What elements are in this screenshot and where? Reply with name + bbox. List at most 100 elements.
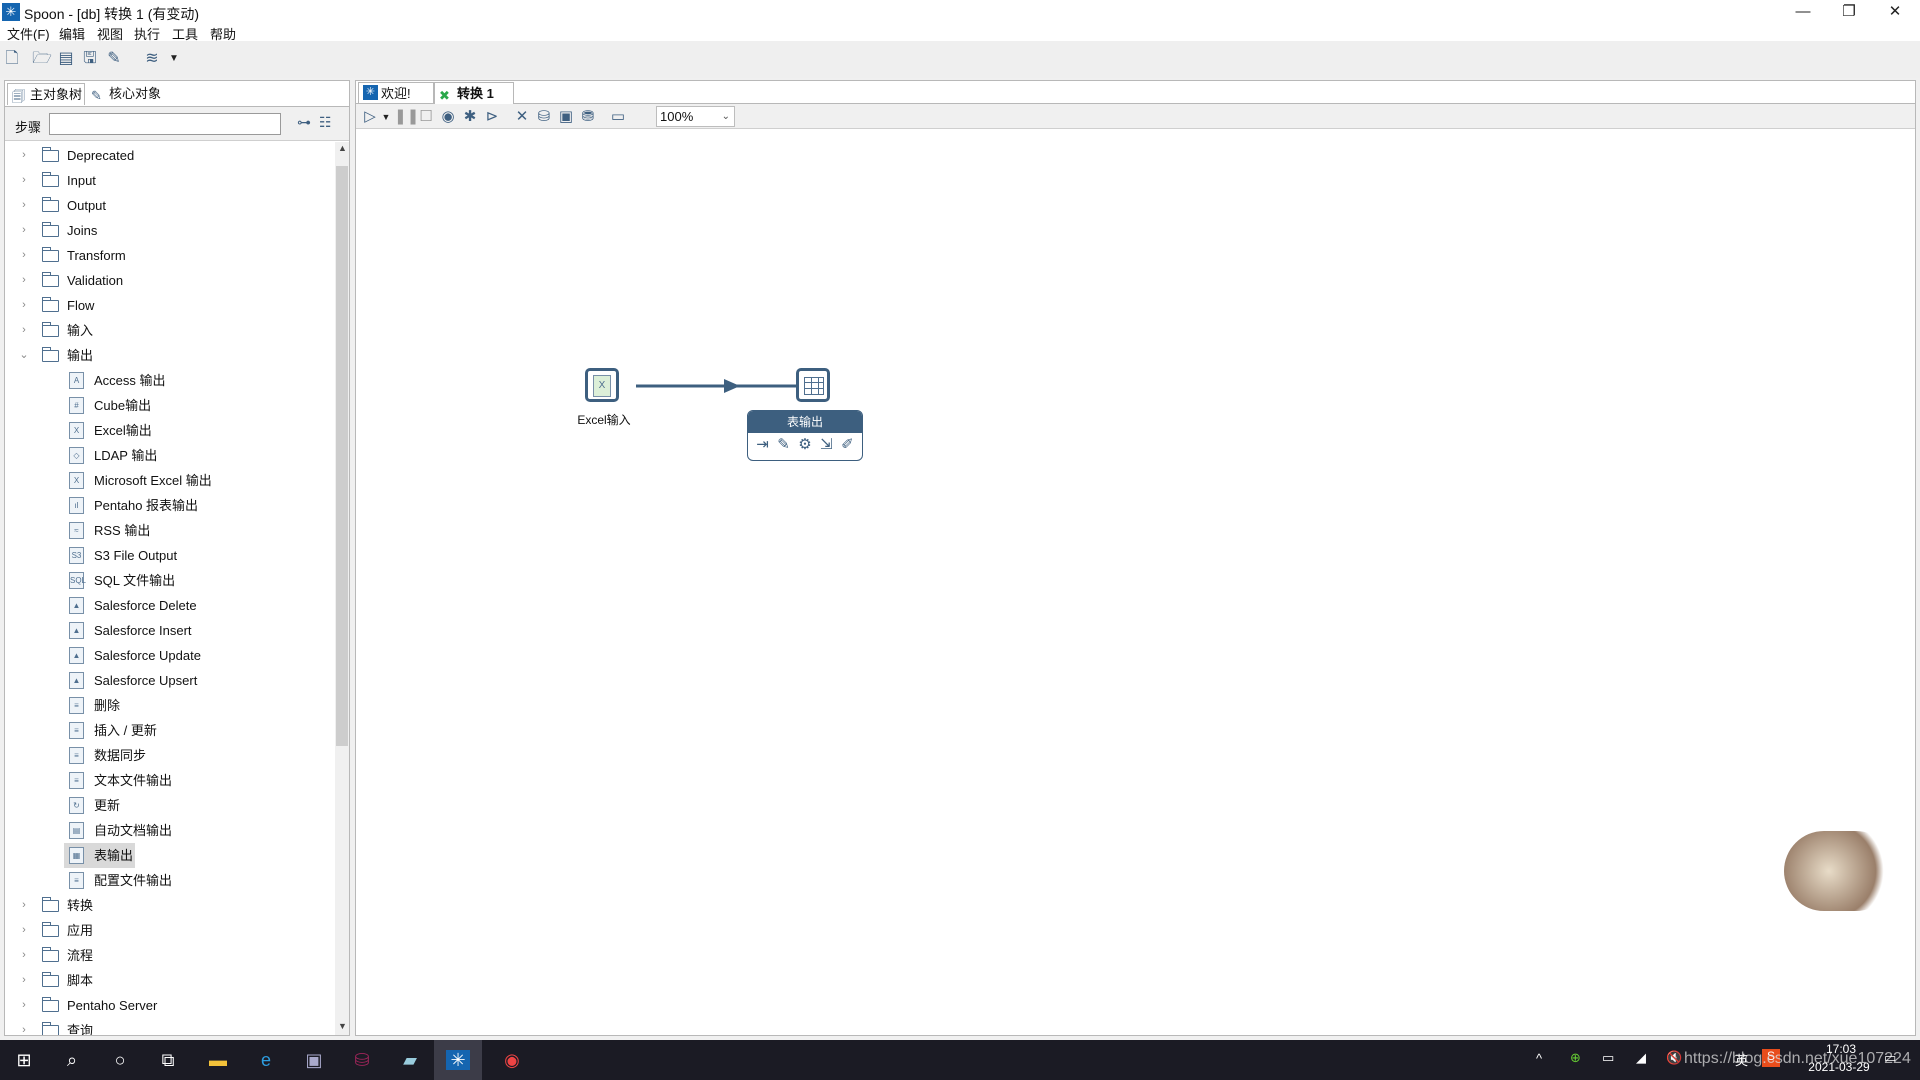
run-dropdown-icon[interactable]: ▼	[376, 107, 396, 127]
tree-folder[interactable]: › Flow	[5, 293, 335, 318]
battery-icon[interactable]: ▭	[1602, 1050, 1614, 1066]
wifi-icon[interactable]: ◢	[1636, 1050, 1646, 1066]
impact-icon[interactable]: ⛁	[534, 107, 554, 127]
collapse-list-icon[interactable]: ☷	[319, 114, 332, 131]
chevron-right-icon[interactable]: ›	[17, 243, 31, 268]
tree-step[interactable]: ▲ Salesforce Delete	[5, 593, 335, 618]
tree-step[interactable]: ≈ RSS 输出	[5, 518, 335, 543]
task-view-icon[interactable]: ⧉	[144, 1040, 192, 1080]
volume-muted-icon[interactable]: 🔇	[1666, 1050, 1682, 1066]
save-icon[interactable]: 🖫	[80, 49, 100, 69]
tab-main-tree[interactable]: 🗐 主对象树	[7, 83, 85, 105]
tab-transformation-1[interactable]: ✖转换 1 ☒	[434, 82, 514, 123]
tree-folder[interactable]: › 查询	[5, 1018, 335, 1035]
inject-icon[interactable]: ✐	[841, 435, 854, 453]
show-results-icon[interactable]: ▭	[608, 107, 628, 127]
explore-db-icon[interactable]: ⛃	[578, 107, 598, 127]
explore-repository-icon[interactable]: ▤	[56, 49, 76, 69]
steps-search-input[interactable]	[49, 113, 281, 135]
tree-folder[interactable]: › Validation	[5, 268, 335, 293]
chevron-right-icon[interactable]: ›	[17, 1018, 31, 1035]
tree-step[interactable]: ≡ 数据同步	[5, 743, 335, 768]
input-icon[interactable]: ⇥	[756, 435, 769, 453]
chevron-right-icon[interactable]: ›	[17, 968, 31, 993]
settings-icon[interactable]: ⚙	[798, 435, 811, 453]
windows-start-icon[interactable]: ⊞	[0, 1040, 48, 1080]
internet-explorer-icon[interactable]: e	[242, 1040, 290, 1080]
tree-step[interactable]: SQL SQL 文件输出	[5, 568, 335, 593]
chevron-right-icon[interactable]: ›	[17, 993, 31, 1018]
file-explorer-icon[interactable]: ▬	[194, 1040, 242, 1080]
edit-icon[interactable]: ✎	[777, 435, 790, 453]
debug-icon[interactable]: ✱	[460, 107, 480, 127]
tree-step[interactable]: ≡ 配置文件输出	[5, 868, 335, 893]
output-icon[interactable]: ⇲	[820, 435, 833, 453]
tree-step[interactable]: # Cube输出	[5, 393, 335, 418]
transformation-canvas[interactable]: X Excel输入 表输出 ⇥ ✎ ⚙ ⇲ ✐	[364, 131, 1904, 1021]
tree-step[interactable]: ıl Pentaho 报表输出	[5, 493, 335, 518]
chevron-right-icon[interactable]: ›	[17, 268, 31, 293]
canvas-horizontal-scrollbar[interactable]	[364, 1021, 1904, 1035]
replay-icon[interactable]: ⊳	[482, 107, 502, 127]
search-icon[interactable]: ⌕	[48, 1040, 96, 1080]
save-as-icon[interactable]: ✎	[104, 49, 124, 69]
tree-folder[interactable]: › Joins	[5, 218, 335, 243]
sql-icon[interactable]: ▣	[556, 107, 576, 127]
chevron-right-icon[interactable]: ›	[17, 143, 31, 168]
tree-step[interactable]: X Excel输出	[5, 418, 335, 443]
step-table-output[interactable]	[796, 368, 830, 402]
monitor-app-icon[interactable]: ▣	[290, 1040, 338, 1080]
tree-folder[interactable]: › 转换	[5, 893, 335, 918]
tree-folder[interactable]: ⌄ 输出	[5, 343, 335, 368]
preview-icon[interactable]: ◉	[438, 107, 458, 127]
pause-icon[interactable]: ❚❚	[394, 107, 419, 127]
zoom-select[interactable]: 100% ⌄	[656, 106, 735, 127]
tree-folder[interactable]: › Input	[5, 168, 335, 193]
tree-folder[interactable]: › Output	[5, 193, 335, 218]
spoon-taskbar-icon[interactable]: ✳	[434, 1040, 482, 1080]
tray-chevron-up-icon[interactable]: ^	[1536, 1051, 1542, 1066]
tree-step[interactable]: ▤ 自动文档输出	[5, 818, 335, 843]
tree-folder[interactable]: › 输入	[5, 318, 335, 343]
tree-step[interactable]: ▲ Salesforce Insert	[5, 618, 335, 643]
expand-tree-icon[interactable]: ⊶	[297, 114, 311, 131]
tab-welcome[interactable]: ✳ 欢迎!	[358, 82, 434, 104]
tree-step[interactable]: ≡ 文本文件输出	[5, 768, 335, 793]
tree-step[interactable]: A Access 输出	[5, 368, 335, 393]
database-app-icon[interactable]: ⛁	[338, 1040, 386, 1080]
tree-step[interactable]: ▦ 表输出	[5, 843, 335, 868]
new-file-icon[interactable]: 🗋	[2, 49, 22, 69]
chevron-right-icon[interactable]: ›	[17, 318, 31, 343]
tree-folder[interactable]: › Deprecated	[5, 143, 335, 168]
chevron-right-icon[interactable]: ›	[17, 218, 31, 243]
clock-time[interactable]: 17:03	[1806, 1042, 1876, 1056]
tree-step[interactable]: X Microsoft Excel 输出	[5, 468, 335, 493]
tree-step[interactable]: ≡ 插入 / 更新	[5, 718, 335, 743]
tree-step[interactable]: ▲ Salesforce Update	[5, 643, 335, 668]
tree-step[interactable]: ▲ Salesforce Upsert	[5, 668, 335, 693]
chevron-right-icon[interactable]: ›	[17, 193, 31, 218]
step-excel-input[interactable]: X	[585, 368, 619, 402]
verify-icon[interactable]: ✕	[512, 107, 532, 127]
tab-core-objects[interactable]: ✎ 核心对象	[87, 83, 167, 105]
close-button[interactable]: ✕	[1872, 0, 1918, 26]
chrome-icon[interactable]: ◉	[488, 1040, 536, 1080]
chevron-right-icon[interactable]: ›	[17, 893, 31, 918]
scroll-up-icon[interactable]: ▲	[338, 143, 347, 153]
tree-scrollbar-thumb[interactable]	[336, 166, 348, 746]
notepad-app-icon[interactable]: ▰	[386, 1040, 434, 1080]
tree-step[interactable]: ◇ LDAP 输出	[5, 443, 335, 468]
chevron-right-icon[interactable]: ›	[17, 168, 31, 193]
tray-plus-icon[interactable]: ⊕	[1570, 1050, 1581, 1066]
tree-folder[interactable]: › 流程	[5, 943, 335, 968]
chevron-right-icon[interactable]: ›	[17, 943, 31, 968]
tree-folder[interactable]: › Pentaho Server	[5, 993, 335, 1018]
notification-icon[interactable]: ▭	[1884, 1050, 1896, 1066]
tree-step[interactable]: ≡ 删除	[5, 693, 335, 718]
scroll-down-icon[interactable]: ▼	[338, 1021, 347, 1031]
tree-folder[interactable]: › 脚本	[5, 968, 335, 993]
stop-icon[interactable]: ☐	[416, 107, 436, 127]
open-file-icon[interactable]: 🗁	[32, 49, 52, 69]
layers-dropdown-icon[interactable]: ▼	[164, 49, 184, 69]
tree-folder[interactable]: › 应用	[5, 918, 335, 943]
